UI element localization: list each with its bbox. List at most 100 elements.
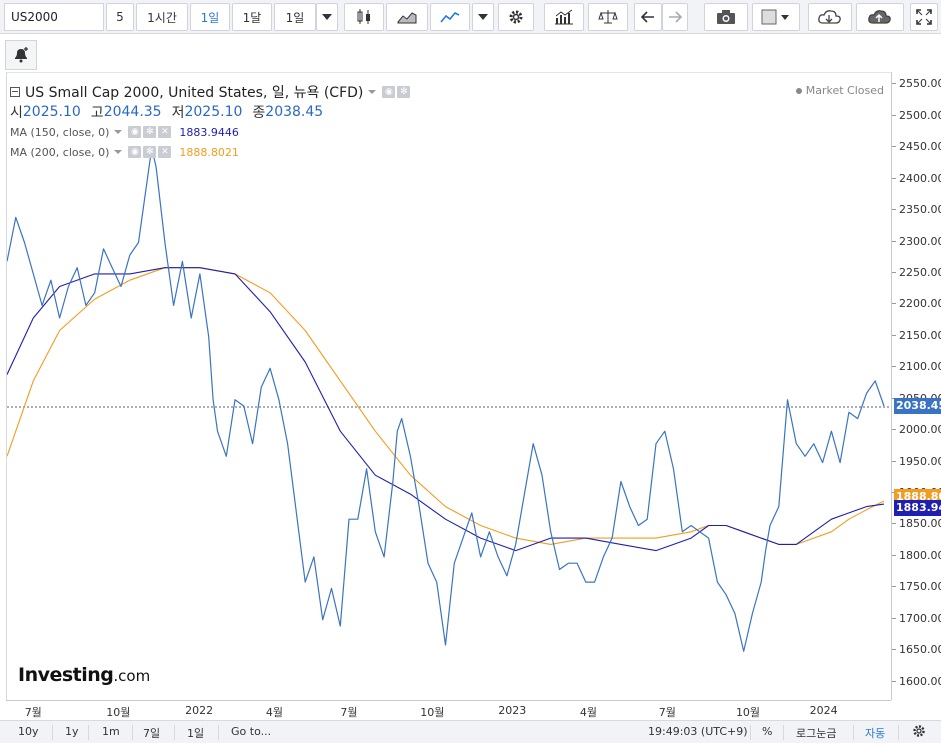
gear-icon[interactable]: ✻	[143, 126, 157, 138]
eye-icon[interactable]: ◉	[128, 146, 142, 158]
divider	[88, 725, 89, 740]
eye-icon[interactable]: ◉	[382, 86, 396, 98]
ma200-legend-row: MA (200, close, 0) ◉ ✻ ✕ 1888.8021	[10, 142, 412, 162]
fullscreen-button[interactable]	[910, 3, 938, 31]
camera-icon	[717, 10, 735, 24]
candles-style-button[interactable]	[344, 3, 384, 31]
low-value: 2025.10	[184, 104, 243, 120]
logo-brand: Investing	[18, 664, 114, 686]
interval-1d-second-button[interactable]: 1일	[274, 3, 316, 31]
interval-label: 1일	[285, 10, 305, 25]
ma150-price-label: 1883.94	[894, 499, 941, 516]
percent-scale-button[interactable]: %	[762, 725, 772, 738]
chevron-down-icon	[478, 14, 488, 20]
interval-1d-button[interactable]: 1일	[190, 3, 230, 31]
x-tick-label: 2024	[809, 704, 838, 717]
divider	[750, 725, 751, 740]
market-status: Market Closed	[795, 84, 884, 97]
compare-button[interactable]	[588, 3, 628, 31]
indicators-button[interactable]	[544, 3, 584, 31]
chart-style-dropdown-button[interactable]	[472, 3, 494, 31]
y-tick-label: 2300.00	[892, 235, 941, 248]
undo-arrow-icon	[641, 11, 654, 23]
close-icon[interactable]: ✕	[158, 146, 172, 158]
candlestick-icon	[357, 9, 370, 24]
range-7d-button[interactable]: 7일	[143, 725, 160, 741]
x-tick-label: 10월	[420, 706, 445, 719]
investing-logo: Investing.com	[18, 664, 150, 686]
add-alert-button[interactable]	[5, 40, 37, 70]
chevron-down-icon[interactable]	[114, 130, 123, 134]
y-tick-label: 2000.00	[892, 423, 941, 436]
x-tick-label: 7월	[658, 706, 676, 719]
ma150-series-line	[7, 267, 885, 552]
chevron-down-icon[interactable]	[114, 150, 123, 154]
ma200-label: MA (200, close, 0)	[10, 145, 110, 159]
interval-1m-button[interactable]: 1달	[232, 3, 272, 31]
log-scale-button[interactable]: 로그눈금	[796, 725, 836, 741]
line-chart-icon	[440, 12, 460, 23]
chart-legend: US Small Cap 2000, United States, 일, 뉴욕 …	[10, 82, 412, 162]
collapse-legend-icon[interactable]	[10, 87, 20, 97]
goto-button[interactable]: Go to...	[231, 725, 271, 738]
divider	[783, 725, 784, 740]
x-tick-label: 10월	[106, 706, 131, 719]
divider	[132, 725, 133, 740]
auto-scale-button[interactable]: 자동	[865, 725, 885, 741]
area-chart-icon	[397, 12, 417, 24]
interval-label: 1일	[200, 10, 220, 25]
price-axis[interactable]: 2550.00 2500.00 2450.00 2400.00 2350.00 2300.…	[891, 72, 941, 700]
range-1d-button[interactable]: 1일	[187, 725, 204, 741]
status-dot-icon	[795, 88, 802, 94]
interval-dropdown-button[interactable]	[316, 3, 338, 31]
load-chart-button[interactable]	[808, 3, 852, 31]
gear-icon[interactable]: ✻	[143, 146, 157, 158]
legend-title-row: US Small Cap 2000, United States, 일, 뉴욕 …	[10, 82, 412, 102]
chevron-down-icon	[322, 14, 332, 20]
range-10y-button[interactable]: 10y	[18, 725, 39, 738]
gear-icon[interactable]: ✻	[397, 86, 411, 98]
gear-icon	[913, 725, 925, 737]
x-tick-label: 4월	[579, 706, 597, 719]
y-tick-label: 2100.00	[892, 360, 941, 373]
y-tick-label: 1850.00	[892, 517, 941, 530]
interval-number-button[interactable]: 5	[106, 3, 134, 31]
drawing-color-button[interactable]	[752, 3, 800, 31]
ma150-legend-row: MA (150, close, 0) ◉ ✻ ✕ 1883.9446	[10, 122, 412, 142]
cloud-upload-icon	[868, 10, 891, 24]
time-axis[interactable]: 7월 10월 2022 4월 7월 10월 2023 4월 7월 10월 2024	[6, 700, 891, 720]
interval-1h-button[interactable]: 1시간	[136, 3, 188, 31]
scales-icon	[598, 10, 618, 24]
line-style-button[interactable]	[430, 3, 470, 31]
x-tick-label: 2023	[498, 704, 527, 717]
save-chart-button[interactable]	[856, 3, 904, 31]
cloud-download-icon	[818, 10, 841, 24]
y-tick-label: 1750.00	[892, 580, 941, 593]
undo-button[interactable]	[634, 3, 662, 31]
y-tick-label: 1950.00	[892, 455, 941, 468]
ma150-label: MA (150, close, 0)	[10, 125, 110, 139]
y-tick-label: 2200.00	[892, 297, 941, 310]
divider	[898, 725, 899, 740]
range-1y-button[interactable]: 1y	[65, 725, 79, 738]
indicators-icon	[555, 9, 573, 25]
symbol-input[interactable]	[4, 3, 104, 31]
chart-canvas[interactable]	[6, 72, 892, 700]
price-chart	[7, 147, 892, 652]
divider	[853, 725, 854, 740]
y-tick-label: 1700.00	[892, 612, 941, 625]
redo-button[interactable]	[662, 3, 688, 31]
settings-button[interactable]	[498, 3, 534, 31]
y-tick-label: 2150.00	[892, 329, 941, 342]
close-icon[interactable]: ✕	[158, 126, 172, 138]
y-tick-label: 2350.00	[892, 203, 941, 216]
divider	[174, 725, 175, 740]
range-1m-button[interactable]: 1m	[102, 725, 120, 738]
area-style-button[interactable]	[386, 3, 428, 31]
last-price-label: 2038.45	[894, 397, 941, 414]
chevron-down-icon[interactable]	[368, 90, 377, 94]
axis-settings-button[interactable]	[912, 724, 926, 741]
eye-icon[interactable]: ◉	[128, 126, 142, 138]
chart-toolbar: 5 1시간 1일 1달 1일	[0, 0, 941, 34]
snapshot-button[interactable]	[704, 3, 748, 31]
